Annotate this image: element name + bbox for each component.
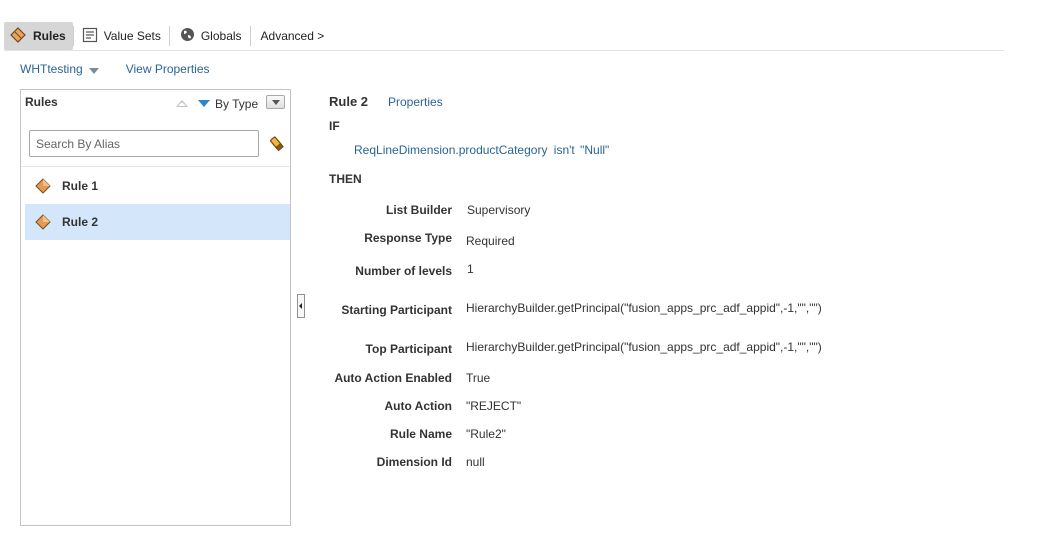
tab-advanced[interactable]: Advanced > [251, 22, 333, 50]
globe-icon [180, 27, 195, 45]
property-value[interactable]: Required [466, 234, 515, 248]
then-keyword: THEN [329, 172, 362, 186]
property-label: Auto Action Enabled [334, 371, 452, 385]
rule-detail-title: Rule 2 [329, 94, 369, 109]
tab-globals[interactable]: Globals [170, 22, 250, 50]
property-value[interactable]: null [466, 455, 485, 469]
property-label: List Builder [385, 203, 452, 217]
condition-operator[interactable]: isn't [554, 143, 575, 157]
value-sets-icon [82, 27, 98, 46]
property-label: Number of levels [355, 264, 452, 278]
property-label: Response Type [364, 231, 452, 245]
search-input[interactable] [29, 130, 259, 157]
property-row: Auto Action "REJECT" [0, 399, 1060, 415]
property-value[interactable]: True [466, 371, 490, 385]
tab-globals-label: Globals [200, 29, 242, 43]
property-row: Response Type Required [0, 231, 1060, 248]
sort-ascending-icon[interactable] [176, 100, 188, 107]
property-label: Top Participant [365, 342, 452, 356]
property-row: Number of levels 1 [0, 262, 1060, 280]
property-label: Auto Action [384, 399, 452, 413]
property-row: Dimension Id null [0, 455, 1060, 471]
property-row: List Builder Supervisory [0, 203, 1060, 219]
sort-descending-icon[interactable] [198, 100, 210, 107]
rules-icon [9, 26, 27, 46]
property-value[interactable]: Supervisory [467, 203, 530, 217]
rule-icon [35, 178, 51, 194]
property-row: Top Participant HierarchyBuilder.getPrin… [0, 340, 1060, 358]
view-properties-link[interactable]: View Properties [126, 62, 210, 76]
property-value[interactable]: HierarchyBuilder.getPrincipal("fusion_ap… [466, 301, 822, 315]
rules-panel-title: Rules [25, 95, 58, 109]
tab-value-sets[interactable]: Value Sets [74, 22, 169, 50]
tab-value-sets-label: Value Sets [103, 29, 161, 43]
condition-attribute[interactable]: ReqLineDimension.productCategory [354, 143, 547, 157]
property-value[interactable]: "Rule2" [466, 427, 506, 441]
rule-list-item-label: Rule 1 [62, 179, 99, 193]
search-go-icon[interactable] [268, 135, 286, 153]
property-value[interactable]: "REJECT" [466, 399, 521, 413]
tab-rules[interactable]: Rules [4, 22, 73, 50]
condition-value[interactable]: "Null" [580, 143, 609, 157]
if-keyword: IF [329, 119, 340, 133]
divider [21, 166, 290, 167]
property-label: Rule Name [389, 427, 452, 441]
chevron-down-icon [88, 68, 99, 74]
property-label: Starting Participant [341, 303, 452, 317]
sort-by-type-label: By Type [215, 97, 259, 111]
tab-rules-label: Rules [33, 29, 66, 43]
ruleset-name: WHTtesting [20, 62, 83, 76]
property-row: Rule Name "Rule2" [0, 427, 1060, 443]
rule-list-item[interactable]: Rule 1 [25, 168, 290, 204]
rule-condition: ReqLineDimension.productCategory isn't "… [354, 143, 609, 157]
ruleset-selector[interactable]: WHTtesting [20, 62, 99, 76]
property-value[interactable]: 1 [467, 262, 474, 276]
top-tab-bar: Rules Value Sets Globals Advanced > [4, 22, 1004, 51]
property-row: Auto Action Enabled True [0, 371, 1060, 387]
property-value[interactable]: HierarchyBuilder.getPrincipal("fusion_ap… [466, 340, 822, 354]
properties-link[interactable]: Properties [388, 95, 443, 109]
tab-advanced-label: Advanced > [260, 29, 325, 43]
sort-dropdown-button[interactable] [266, 95, 285, 109]
property-row: Starting Participant HierarchyBuilder.ge… [0, 301, 1060, 319]
property-label: Dimension Id [376, 455, 452, 469]
ruleset-toolbar: WHTtesting View Properties [20, 61, 210, 77]
